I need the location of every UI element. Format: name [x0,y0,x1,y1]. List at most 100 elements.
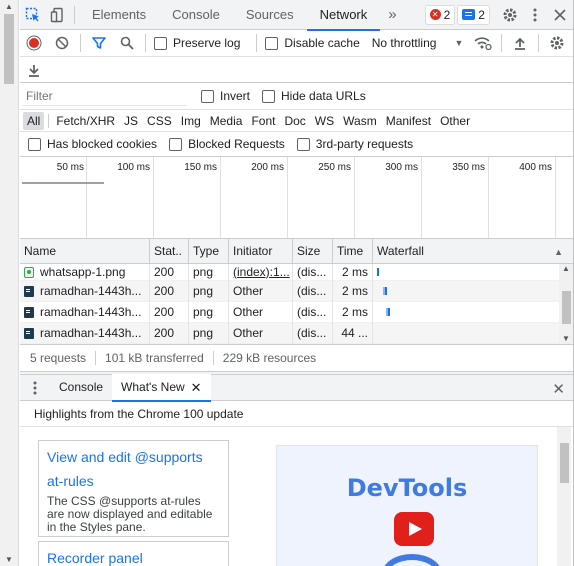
column-header-initiator[interactable]: Initiator [229,239,293,263]
feature-card[interactable]: Recorder panel [38,541,229,566]
feature-card-text: The CSS @supports at-rules are now displ… [47,494,213,534]
type-filter-img[interactable]: Img [177,112,205,130]
overview-gridline [153,157,154,238]
request-name: ramadhan-1443h... [40,325,142,340]
throttling-select[interactable]: No throttling ▼ [372,36,464,50]
column-header-type[interactable]: Type [189,239,229,263]
table-scroll-thumb[interactable] [562,291,571,324]
third-party-requests-checkbox[interactable] [296,137,310,151]
column-header-time[interactable]: Time [333,239,373,263]
tab-console[interactable]: Console [159,0,233,30]
customize-menu-icon[interactable] [523,0,548,30]
cell-type: png [189,301,229,323]
cell-type: png [189,263,229,281]
feature-card-title-cont[interactable]: at-rules [47,469,220,493]
whats-new-video-thumbnail[interactable]: DevTools [276,445,538,566]
inspect-element-icon[interactable] [20,0,45,30]
export-har-icon[interactable] [20,57,48,83]
third-party-requests-option[interactable]: 3rd-party requests [296,137,413,151]
tab-elements[interactable]: Elements [79,0,159,30]
drawer-tab-whats-new-label: What's New [121,380,185,394]
table-row[interactable]: ramadhan-1443h... 200 png Other (dis... … [20,280,573,302]
has-blocked-cookies-checkbox[interactable] [28,137,41,151]
tab-sources[interactable]: Sources [233,0,307,30]
invert-checkbox[interactable] [201,89,214,103]
scroll-down-arrow[interactable]: ▼ [5,555,13,564]
invert-option[interactable]: Invert [201,89,250,103]
column-header-name[interactable]: Name [20,239,150,263]
network-settings-gear-icon[interactable] [543,30,571,56]
clear-icon[interactable] [48,30,76,56]
preserve-log-option[interactable]: Preserve log [154,36,240,50]
type-filter-fetch-xhr[interactable]: Fetch/XHR [52,112,119,130]
network-conditions-icon[interactable] [469,30,497,56]
disable-cache-checkbox[interactable] [265,36,279,50]
more-tabs-button[interactable]: » [380,6,404,23]
type-filter-manifest[interactable]: Manifest [382,112,435,130]
cell-initiator-link[interactable]: (index):1... [229,263,293,281]
cell-time: 2 ms [333,263,373,281]
type-filter-other[interactable]: Other [436,112,474,130]
blocked-requests-checkbox[interactable] [169,137,183,151]
whats-new-header: Highlights from the Chrome 100 update [20,401,573,427]
import-har-icon[interactable] [506,30,534,56]
table-row[interactable]: ramadhan-1443h... 200 png Other (dis... … [20,322,573,344]
page-scrollbar[interactable]: ▲ ▼ [0,0,19,566]
close-drawer-icon[interactable]: ✕ [552,380,565,398]
drawer-menu-icon[interactable] [20,375,50,401]
has-blocked-cookies-option[interactable]: Has blocked cookies [28,137,157,151]
cell-size: (dis... [293,263,333,281]
table-scrollbar[interactable]: ▲ ▼ [559,264,573,344]
table-row[interactable]: whatsapp-1.png 200 png (index):1... (dis… [20,263,573,281]
cell-name: whatsapp-1.png [20,263,150,281]
scroll-up-arrow[interactable]: ▲ [562,264,570,273]
close-tab-icon[interactable]: ✕ [191,374,202,401]
close-devtools-icon[interactable] [548,0,573,30]
scroll-down-arrow[interactable]: ▼ [562,334,570,343]
record-icon[interactable] [20,30,48,56]
scroll-up-arrow[interactable]: ▲ [5,2,13,11]
type-filter-all[interactable]: All [23,111,45,130]
message-count-badge[interactable]: 2 [457,4,490,25]
cell-waterfall [373,323,573,344]
error-count-badge[interactable]: ✕ 2 [424,4,456,25]
preserve-log-checkbox[interactable] [154,36,167,50]
settings-gear-icon[interactable] [498,0,523,30]
type-filter-doc[interactable]: Doc [280,112,309,130]
type-filter-font[interactable]: Font [247,112,279,130]
hide-data-urls-option[interactable]: Hide data URLs [262,89,366,103]
whats-new-scroll-thumb[interactable] [560,443,569,483]
type-filter-wasm[interactable]: Wasm [339,112,381,130]
column-header-waterfall[interactable]: Waterfall [373,239,573,263]
type-filter-css[interactable]: CSS [143,112,176,130]
drawer-tab-console[interactable]: Console [50,374,112,401]
type-filter-ws[interactable]: WS [311,112,338,130]
whats-new-scrollbar[interactable] [557,427,571,566]
column-header-size[interactable]: Size [293,239,333,263]
feature-card-title[interactable]: View and edit @supports [47,445,220,469]
column-header-status[interactable]: Stat.. [150,239,189,263]
feature-card-title[interactable]: Recorder panel [47,546,220,566]
filter-input[interactable] [23,86,187,106]
cell-name: ramadhan-1443h... [20,322,150,344]
disable-cache-option[interactable]: Disable cache [265,36,360,50]
drawer-tab-whats-new[interactable]: What's New ✕ [112,374,211,402]
page-scroll-thumb[interactable] [4,14,14,84]
sort-ascending-icon[interactable]: ▲ [554,247,563,257]
filter-funnel-icon[interactable] [85,30,113,56]
overview-gridline [354,157,355,238]
timeline-overview[interactable]: 50 ms 100 ms 150 ms 200 ms 250 ms 300 ms… [20,157,573,239]
cell-type: png [189,322,229,344]
play-video-icon[interactable] [394,512,434,546]
tab-network[interactable]: Network [306,0,381,31]
blocked-requests-option[interactable]: Blocked Requests [169,137,285,151]
type-filter-js[interactable]: JS [120,112,142,130]
toolbar-divider [74,5,75,24]
device-toolbar-icon[interactable] [45,0,70,30]
invert-label: Invert [220,89,251,103]
hide-data-urls-checkbox[interactable] [262,89,276,103]
table-row[interactable]: ramadhan-1443h... 200 png Other (dis... … [20,301,573,323]
feature-card[interactable]: View and edit @supports at-rules The CSS… [38,440,229,537]
search-icon[interactable] [113,30,141,56]
type-filter-media[interactable]: Media [206,112,247,130]
